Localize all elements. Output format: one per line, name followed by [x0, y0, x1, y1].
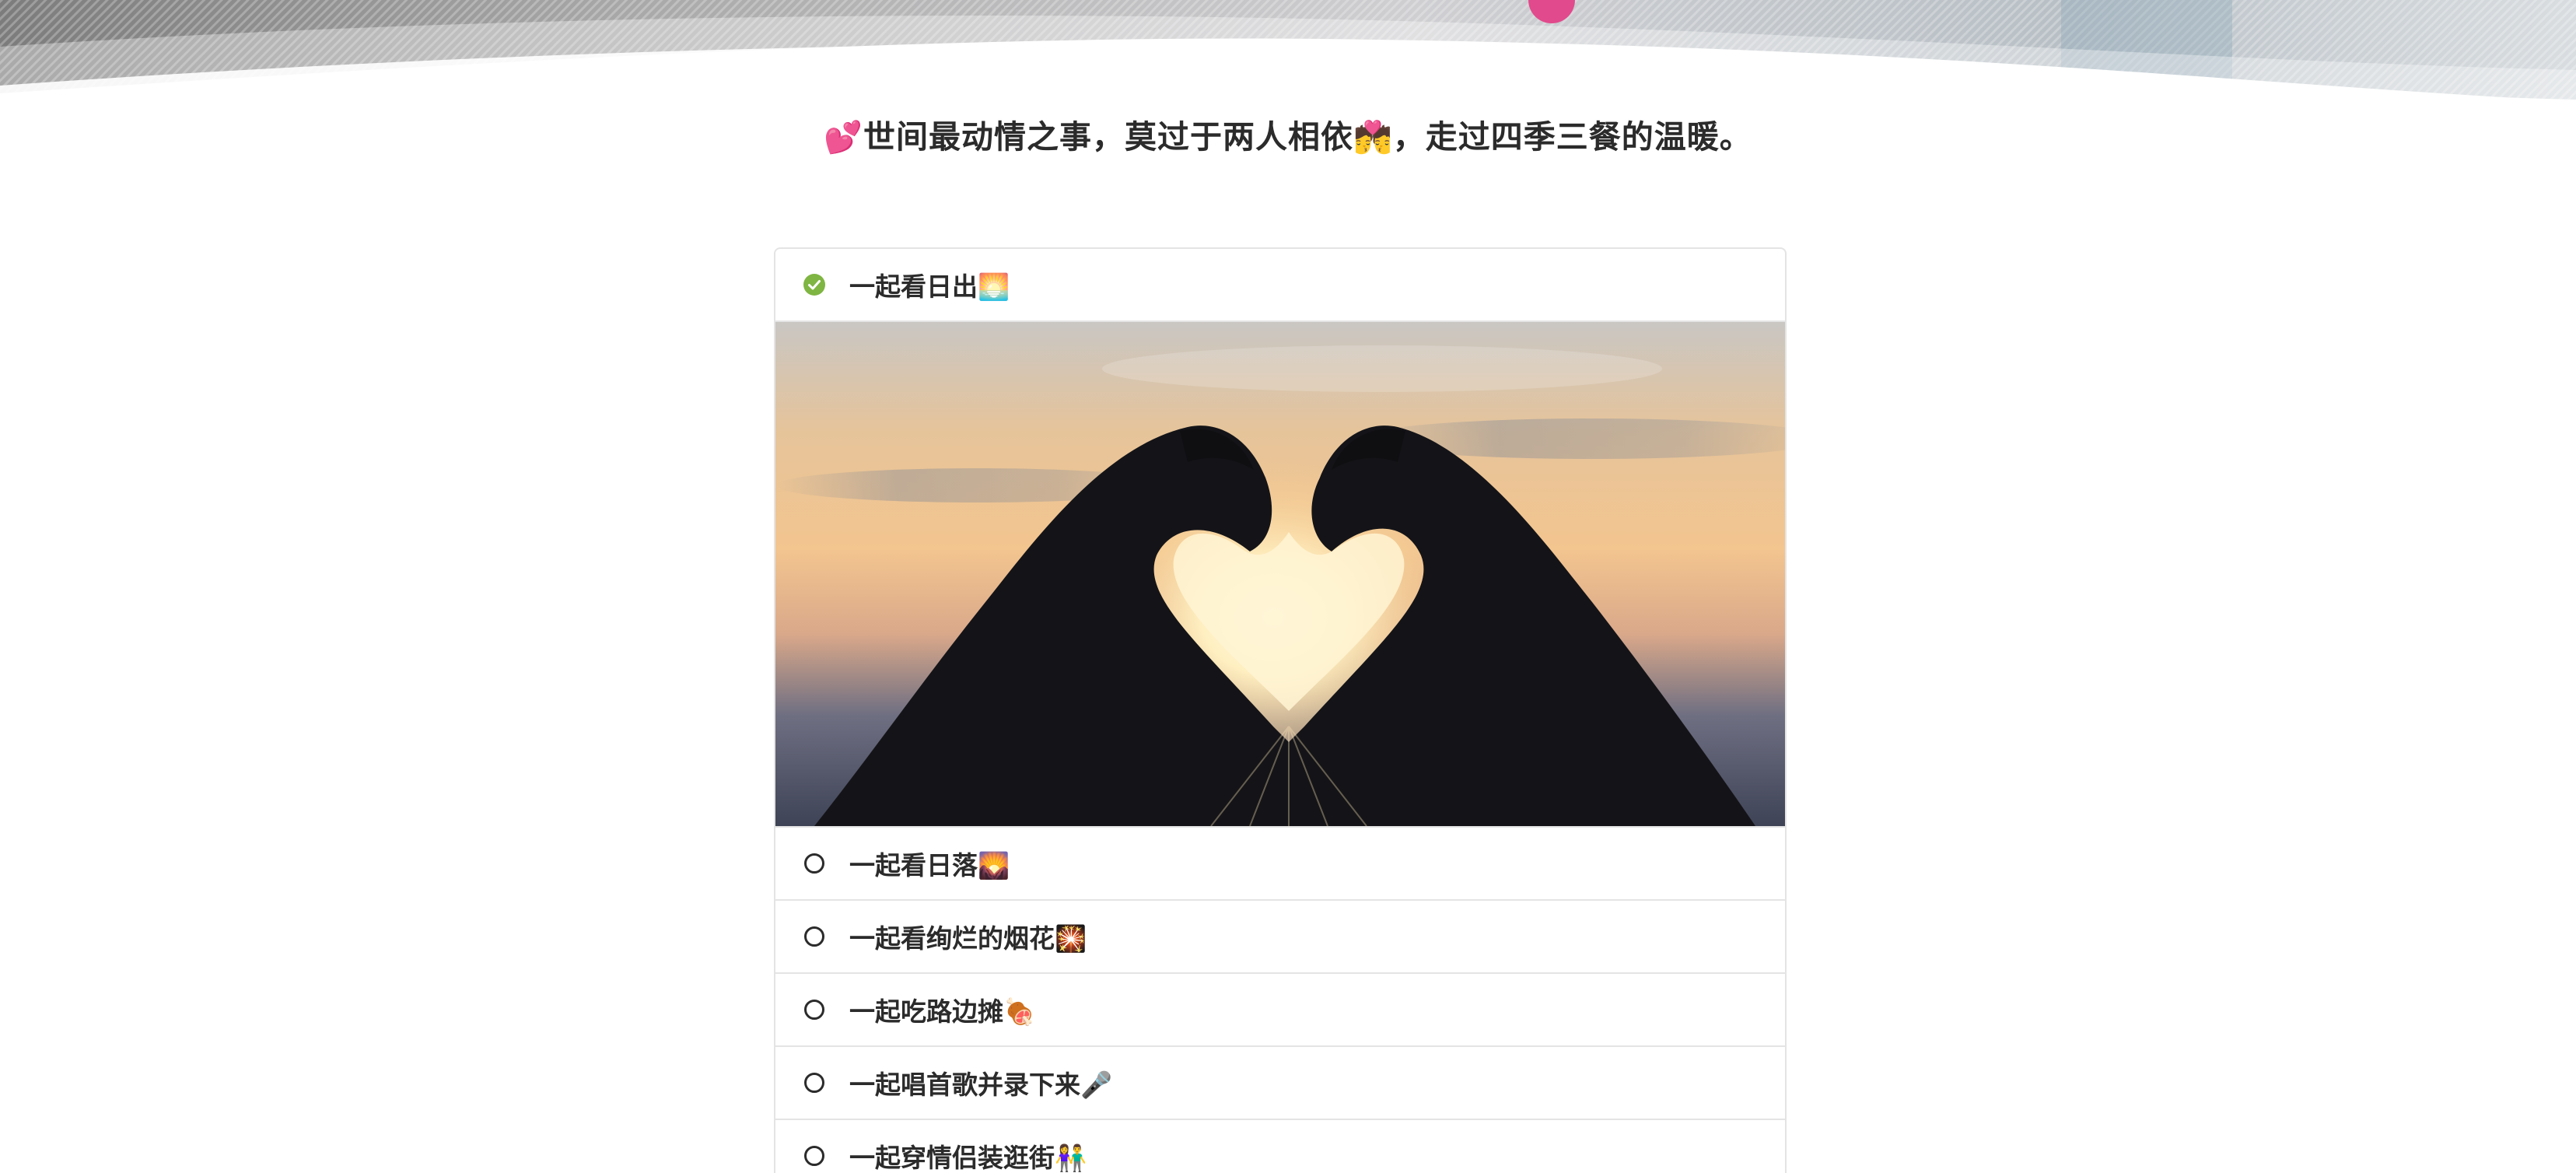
- banner-image: [0, 0, 2576, 109]
- list-item-couple-outfit[interactable]: 一起穿情侣装逛街👫: [775, 1120, 1785, 1173]
- list-item-fireworks[interactable]: 一起看绚烂的烟花🎇: [775, 901, 1785, 974]
- list-item-label: 一起看日出🌅: [849, 271, 1010, 302]
- list-item-label: 一起看绚烂的烟花🎇: [849, 923, 1087, 954]
- empty-circle-icon: [804, 853, 824, 874]
- empty-circle-icon: [804, 1000, 824, 1020]
- headline-text-part1: 世间最动情之事，莫过于两人相依: [863, 118, 1353, 156]
- list-item-sunrise[interactable]: 一起看日出🌅: [775, 249, 1785, 322]
- sparkling-hearts-icon: 💕: [824, 120, 863, 156]
- bucket-list: 一起看日出🌅 一起看日落🌄 一起看绚烂的烟花🎇 一起吃路边摊🍖 一起唱首歌并录下…: [774, 247, 1787, 1173]
- empty-circle-icon: [804, 1073, 824, 1093]
- list-item-label: 一起看日落🌄: [849, 850, 1010, 881]
- check-circle-icon: [803, 274, 825, 296]
- couple-kiss-icon: 💏: [1353, 120, 1393, 156]
- heart-hands-sunset-photo: [775, 322, 1785, 828]
- list-item-label: 一起吃路边摊🍖: [849, 996, 1036, 1027]
- list-item-label: 一起穿情侣装逛街👫: [849, 1143, 1087, 1173]
- list-item-sunset[interactable]: 一起看日落🌄: [775, 828, 1785, 901]
- list-item-label: 一起唱首歌并录下来🎤: [849, 1070, 1113, 1100]
- empty-circle-icon: [804, 1146, 824, 1166]
- list-item-street-food[interactable]: 一起吃路边摊🍖: [775, 974, 1785, 1047]
- headline: 💕世间最动情之事，莫过于两人相依💏，走过四季三餐的温暖。: [0, 110, 2576, 157]
- headline-text-part2: ，走过四季三餐的温暖。: [1392, 118, 1752, 156]
- page: 💕世间最动情之事，莫过于两人相依💏，走过四季三餐的温暖。 一起看日出🌅 一起看日…: [0, 0, 2576, 1173]
- list-item-sing-song[interactable]: 一起唱首歌并录下来🎤: [775, 1047, 1785, 1120]
- empty-circle-icon: [804, 926, 824, 947]
